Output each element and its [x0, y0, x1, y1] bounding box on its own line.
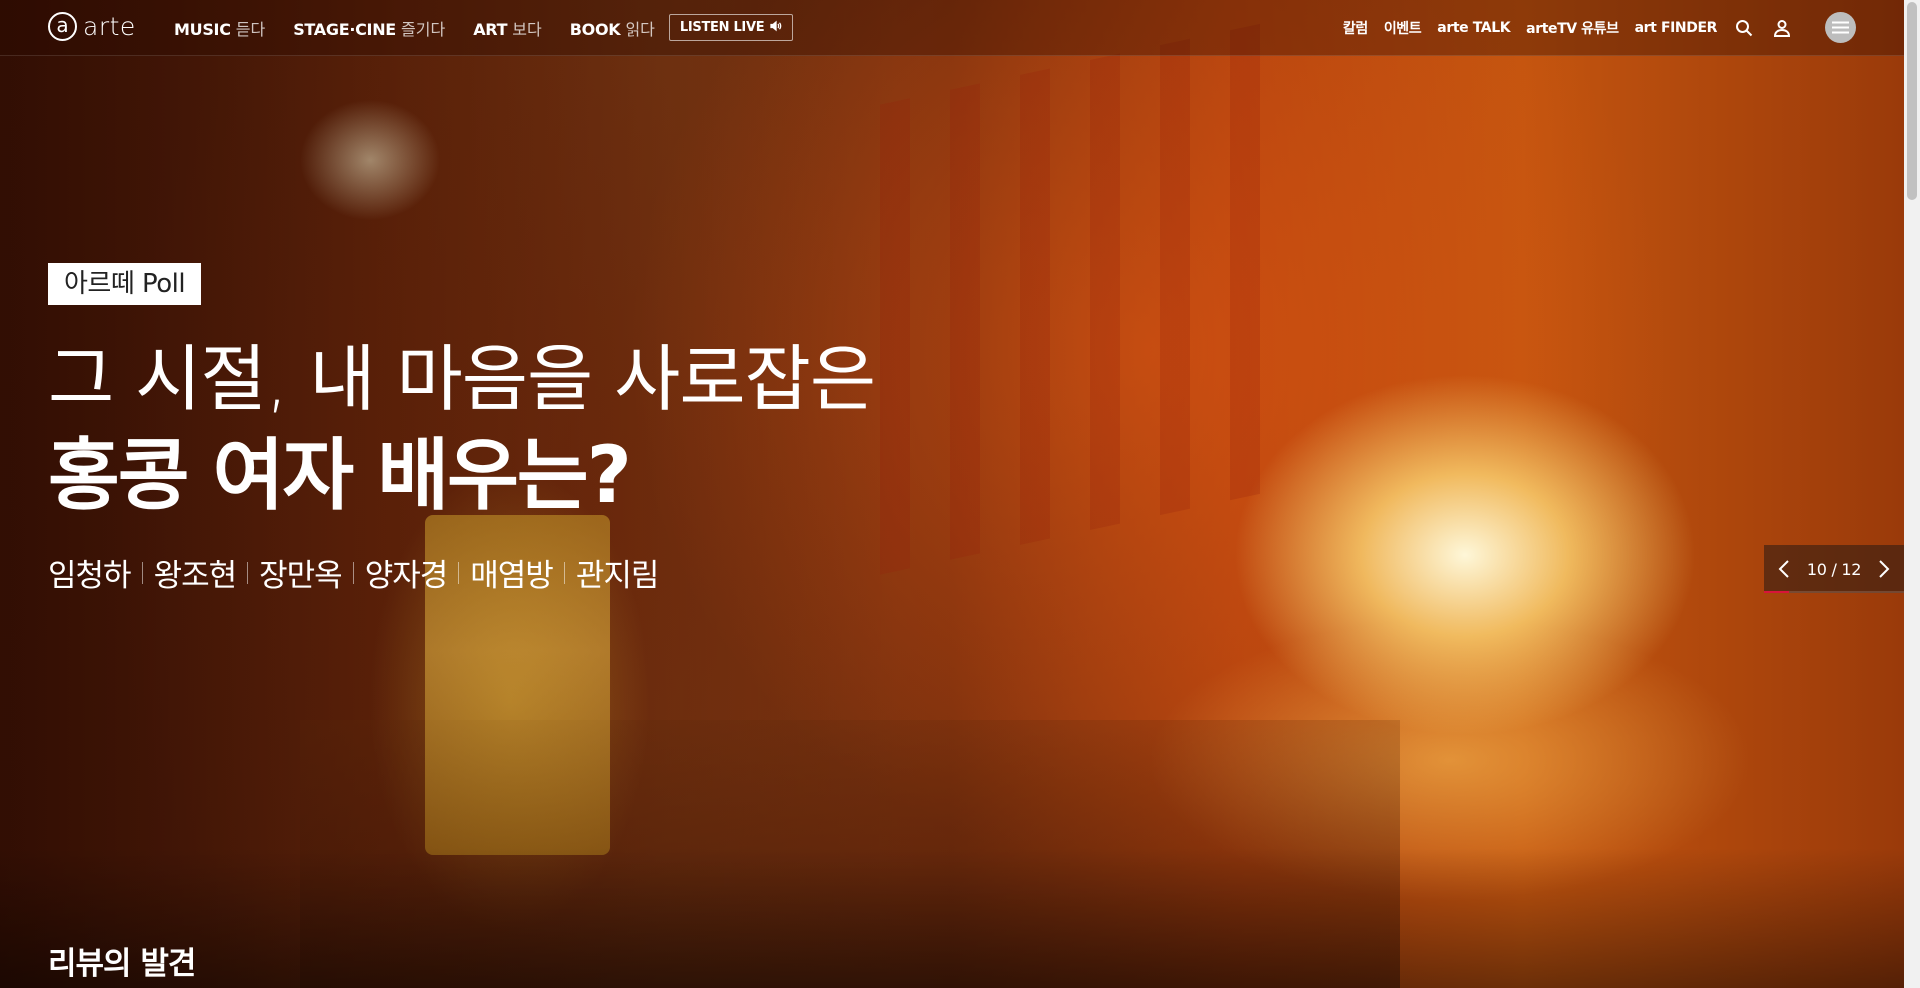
slide-counter: 10 / 12: [1806, 559, 1862, 579]
arte-logo[interactable]: a arte: [48, 12, 136, 41]
nav-stage-cine-sub: 즐기다: [401, 19, 446, 39]
nav-art-label: ART: [473, 19, 508, 39]
hero-name: 양자경: [364, 558, 449, 594]
main-menu: MUSIC 듣다 STAGE·CINE 즐기다 ART 보다 BOOK 읽다 L…: [174, 0, 794, 55]
search-icon[interactable]: [1733, 17, 1755, 39]
top-navigation-bar: a arte MUSIC 듣다 STAGE·CINE 즐기다 ART 보다 BO…: [0, 0, 1904, 56]
nav-art[interactable]: ART 보다: [473, 16, 542, 40]
nav-stage-cine-label: STAGE·CINE: [293, 19, 396, 39]
listen-live-label: LISTEN LIVE: [679, 20, 765, 35]
util-link-event[interactable]: 이벤트: [1384, 18, 1422, 38]
slide-progress-track: [1764, 591, 1904, 593]
util-link-arte-talk[interactable]: arte TALK: [1437, 20, 1510, 36]
nav-stage-cine[interactable]: STAGE·CINE 즐기다: [293, 16, 445, 40]
util-link-column[interactable]: 칼럼: [1343, 18, 1368, 38]
hero-bottom-gradient: [0, 848, 1904, 988]
hamburger-menu-icon[interactable]: [1825, 12, 1856, 43]
slide-progress-fill: [1764, 591, 1790, 593]
speaker-icon: [770, 20, 782, 36]
name-divider: [141, 561, 143, 584]
section-title-review: 리뷰의 발견: [48, 946, 196, 982]
page-scrollbar[interactable]: [1904, 0, 1920, 988]
chevron-left-icon[interactable]: [1774, 559, 1794, 579]
nav-book-sub: 읽다: [625, 19, 655, 39]
hero-name: 관지림: [575, 558, 660, 594]
hero-headline-line1[interactable]: 그 시절, 내 마음을 사로잡은: [48, 343, 876, 415]
util-link-art-finder[interactable]: art FINDER: [1635, 20, 1718, 36]
name-divider: [458, 561, 460, 584]
hero-category-tag[interactable]: 아르떼 Poll: [48, 263, 202, 305]
listen-live-button[interactable]: LISTEN LIVE: [668, 14, 794, 41]
slider-control: 10 / 12: [1764, 545, 1904, 593]
hero-name-list: 임청하 왕조현 장만옥 양자경 매염방 관지림: [48, 550, 875, 595]
user-icon[interactable]: [1771, 17, 1793, 39]
nav-art-sub: 보다: [512, 19, 542, 39]
name-divider: [247, 561, 249, 584]
hero-name: 장만옥: [259, 558, 343, 594]
hero-name: 왕조현: [153, 558, 238, 594]
nav-music[interactable]: MUSIC 듣다: [174, 16, 265, 40]
chevron-right-icon[interactable]: [1874, 559, 1894, 579]
hero-name: 매염방: [470, 558, 554, 594]
hero-background-building: [880, 15, 1300, 575]
nav-book-label: BOOK: [569, 19, 621, 39]
arte-logo-mark: a: [48, 12, 77, 41]
hero-headline-line2[interactable]: 홍콩 여자 배우는?: [48, 437, 875, 515]
nav-book[interactable]: BOOK 읽다: [570, 16, 655, 40]
hero-content: 아르떼 Poll 그 시절, 내 마음을 사로잡은 홍콩 여자 배우는? 임청하…: [48, 263, 876, 595]
scrollbar-thumb[interactable]: [1907, 2, 1917, 200]
name-divider: [352, 561, 354, 584]
hero-name: 임청하: [48, 558, 132, 594]
name-divider: [563, 561, 565, 584]
util-link-artetv-youtube[interactable]: arteTV 유튜브: [1526, 18, 1619, 38]
utility-menu: 칼럼 이벤트 arte TALK arteTV 유튜브 art FINDER: [1343, 0, 1856, 55]
arte-logo-text: arte: [83, 12, 136, 41]
nav-music-label: MUSIC: [174, 19, 231, 39]
nav-music-sub: 듣다: [235, 19, 266, 39]
